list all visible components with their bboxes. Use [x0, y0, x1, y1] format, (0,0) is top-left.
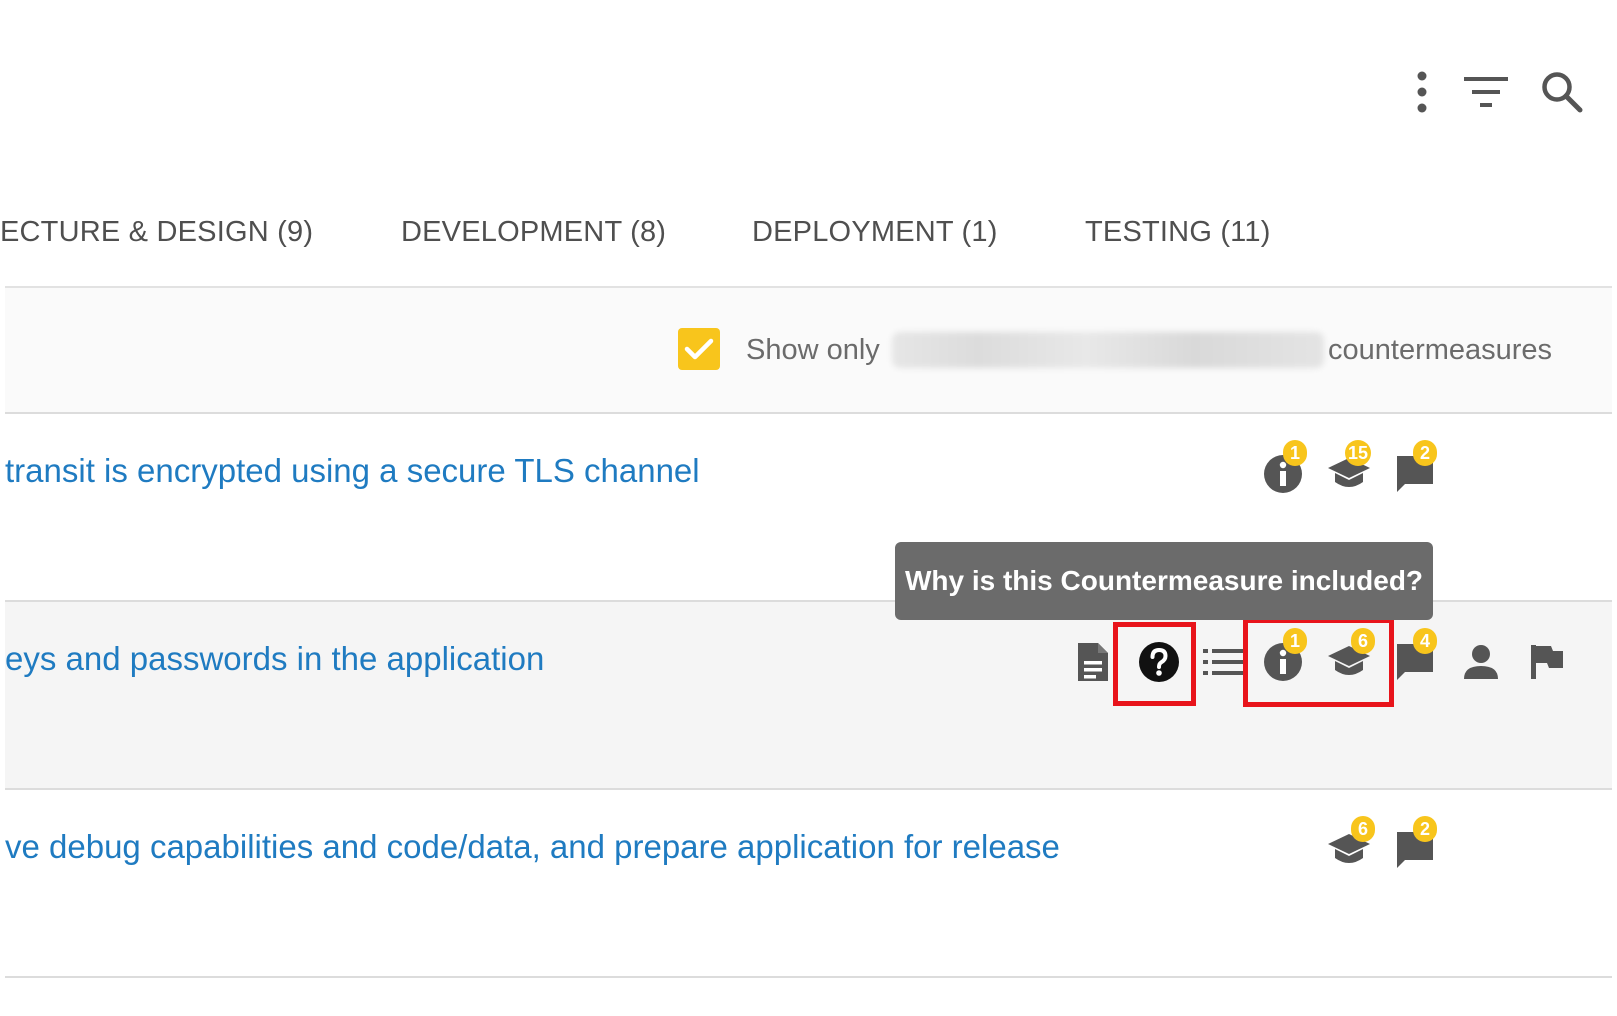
redacted-policy-name	[892, 332, 1324, 368]
list-icon[interactable]	[1199, 638, 1247, 686]
comments-count-badge: 4	[1413, 628, 1437, 654]
help-highlight-box	[1113, 622, 1196, 706]
training-count-badge: 6	[1351, 816, 1375, 842]
countermeasures-label: countermeasures	[1328, 334, 1553, 366]
show-only-label: Show only	[746, 334, 880, 366]
countermeasure-title[interactable]: ve debug capabilities and code/data, and…	[5, 828, 1060, 866]
countermeasures-page: ECTURE & DESIGN (9) DEVELOPMENT (8) DEPL…	[0, 0, 1617, 1016]
comments-count-badge: 2	[1413, 816, 1437, 842]
countermeasure-row: ve debug capabilities and code/data, and…	[5, 790, 1612, 976]
tab-architecture-design[interactable]: ECTURE & DESIGN (9)	[0, 196, 313, 268]
training-count-badge: 15	[1345, 440, 1372, 466]
search-icon[interactable]	[1538, 68, 1586, 116]
show-only-checkbox[interactable]	[678, 328, 720, 370]
countermeasure-title[interactable]: transit is encrypted using a secure TLS …	[5, 452, 700, 490]
tab-deployment[interactable]: DEPLOYMENT (1)	[752, 196, 998, 268]
row-divider	[5, 976, 1612, 978]
flag-icon[interactable]	[1523, 638, 1571, 686]
info-count-badge: 1	[1283, 440, 1307, 466]
document-icon[interactable]	[1069, 638, 1117, 686]
filter-icon[interactable]	[1462, 68, 1510, 116]
tab-development[interactable]: DEVELOPMENT (8)	[401, 196, 666, 268]
countermeasure-title[interactable]: eys and passwords in the application	[5, 640, 544, 678]
more-vert-icon[interactable]	[1398, 68, 1446, 116]
comments-count-badge: 2	[1413, 440, 1437, 466]
tab-testing[interactable]: TESTING (11)	[1085, 196, 1271, 268]
info-training-highlight-box	[1243, 618, 1394, 707]
tooltip: Why is this Countermeasure included?	[895, 542, 1433, 620]
assignee-icon[interactable]	[1457, 638, 1505, 686]
